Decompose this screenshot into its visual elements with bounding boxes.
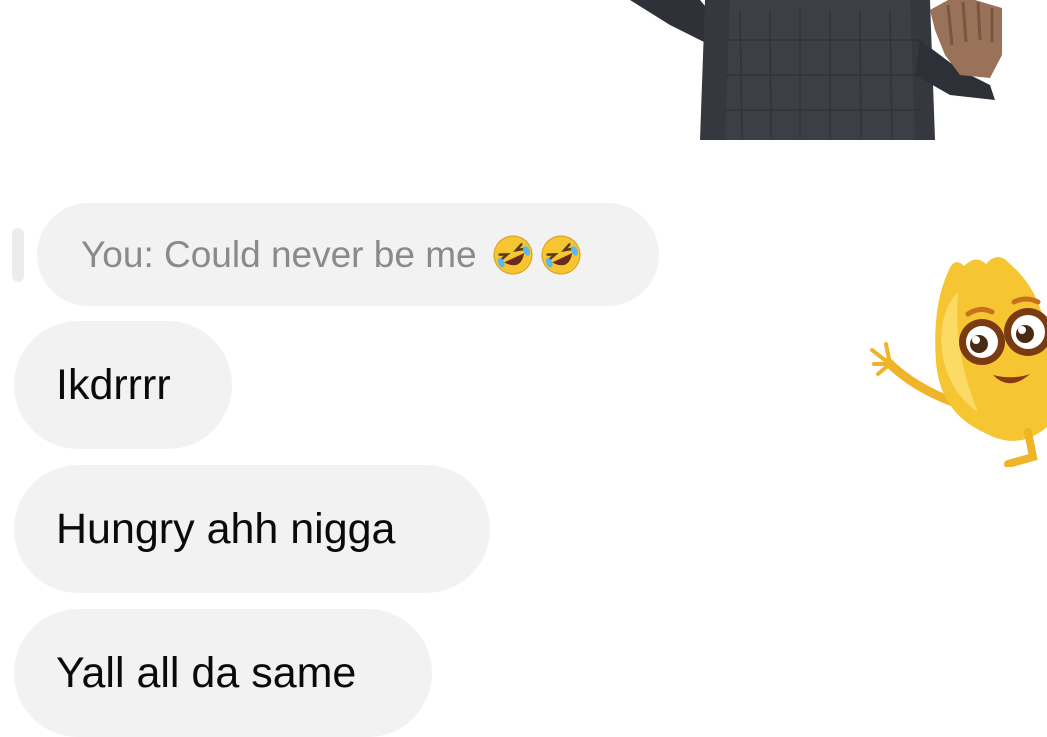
- reply-preview-bubble[interactable]: You: Could never be me: [37, 203, 659, 306]
- message-bubble[interactable]: Ikdrrrr: [14, 321, 232, 449]
- yellow-mascot-waving-sticker[interactable]: [868, 252, 1047, 467]
- message-text: Yall all da same: [56, 648, 357, 697]
- rolling-on-floor-laughing-icon: [541, 235, 581, 274]
- message-bubble[interactable]: Yall all da same: [14, 609, 432, 737]
- message-text: Ikdrrrr: [56, 360, 171, 409]
- message-text: Hungry ahh nigga: [56, 504, 396, 553]
- rolling-on-floor-laughing-icon: [493, 235, 533, 274]
- reply-preview-text: You: Could never be me: [81, 233, 477, 275]
- message-bubble[interactable]: Hungry ahh nigga: [14, 465, 490, 593]
- reply-indicator-bar: [12, 228, 24, 282]
- person-waving-sticker[interactable]: [630, 0, 1020, 142]
